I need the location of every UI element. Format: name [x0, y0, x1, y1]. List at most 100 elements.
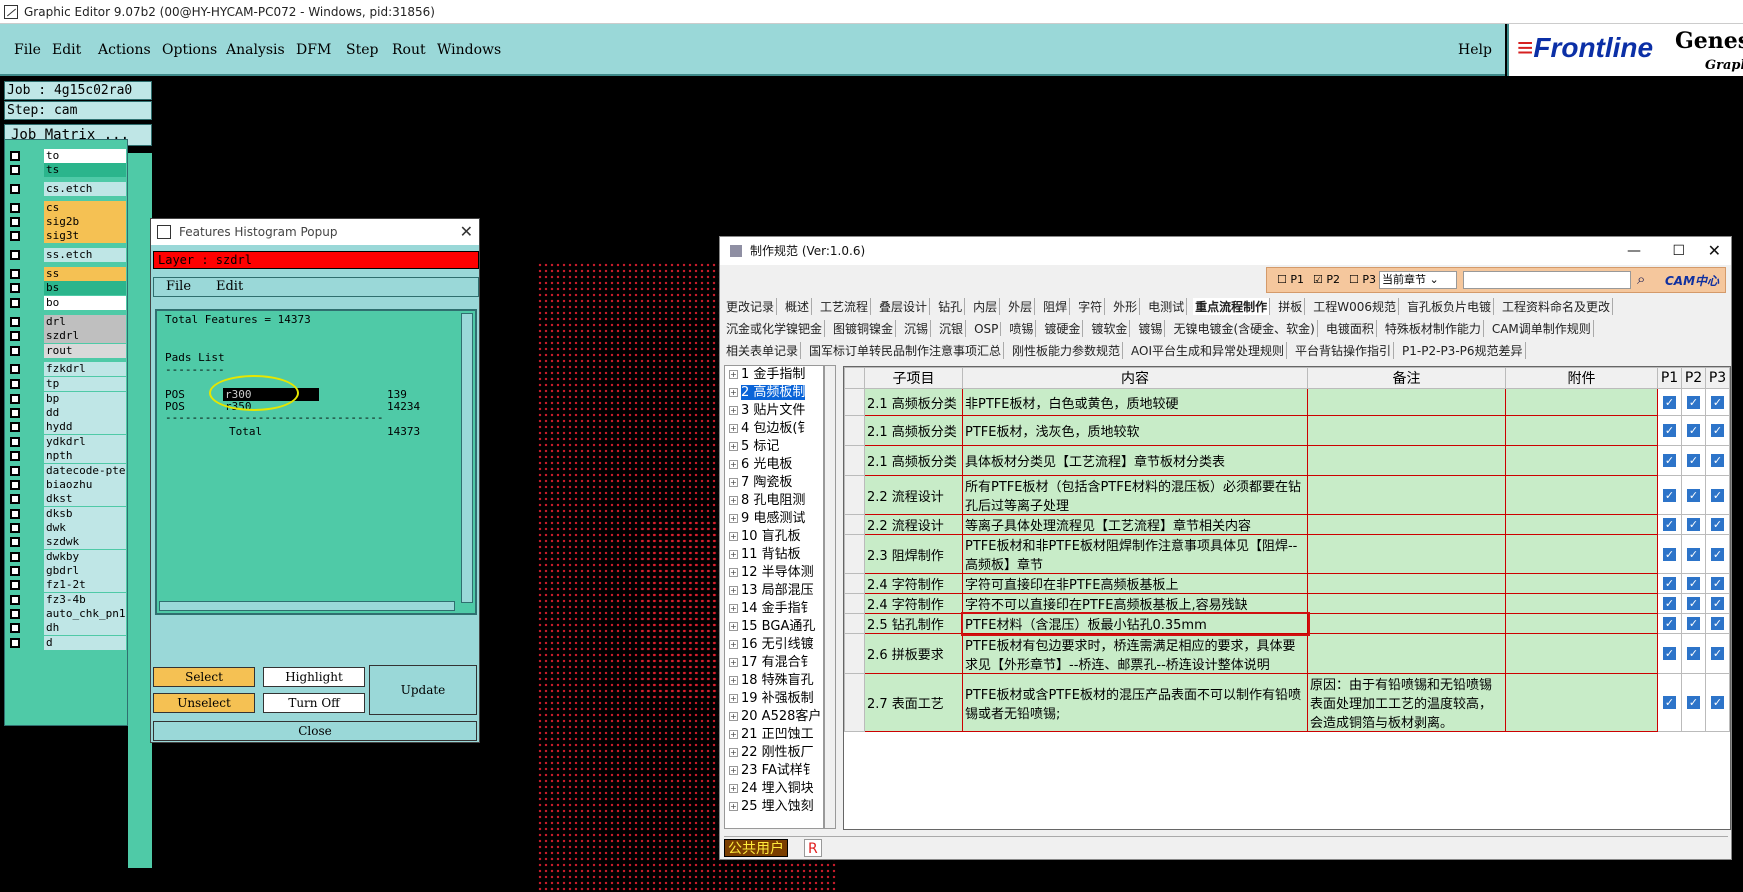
- layer-row[interactable]: cs.etch: [6, 182, 126, 196]
- layer-checkbox[interactable]: [10, 494, 20, 504]
- table-row[interactable]: 2.1 高频板分类 具体板材分类见【工艺流程】章节板材分类表 ✓ ✓ ✓: [844, 445, 1730, 476]
- tab-tabs_row3-2[interactable]: 刚性板能力参数规范: [1010, 342, 1124, 359]
- checked-checkbox-icon[interactable]: ✓: [1687, 577, 1700, 590]
- tree-item[interactable]: +6 光电板: [725, 456, 823, 474]
- checked-checkbox-icon[interactable]: ✓: [1711, 696, 1724, 709]
- p2-checkbox[interactable]: ☑ P2: [1313, 273, 1340, 286]
- cell-p2[interactable]: ✓: [1681, 534, 1706, 574]
- layer-checkbox[interactable]: [10, 151, 20, 161]
- vertical-scrollbar[interactable]: [461, 313, 473, 603]
- table-row[interactable]: 2.3 阻焊制作 PTFE板材和非PTFE板材阻焊制作注意事项具体见【阻焊--高频…: [844, 534, 1730, 574]
- layer-checkbox[interactable]: [10, 231, 20, 241]
- expand-icon[interactable]: +: [729, 478, 738, 487]
- layer-row[interactable]: dd: [6, 406, 126, 420]
- tab-tabs_row2-0[interactable]: 沉金或化学镍钯金: [724, 320, 826, 337]
- layer-checkbox[interactable]: [10, 509, 20, 519]
- tab-tabs_row3-4[interactable]: 平台背钻操作指引: [1293, 342, 1395, 359]
- tree-scrollbar[interactable]: [824, 365, 836, 829]
- tree-item[interactable]: +11 背钻板: [725, 546, 823, 564]
- layer-row[interactable]: cs: [6, 201, 126, 215]
- cell-p3[interactable]: ✓: [1705, 613, 1730, 634]
- tab-tabs_row3-1[interactable]: 国军标订单转民品制作注意事项汇总: [807, 342, 1005, 359]
- expand-icon[interactable]: +: [729, 802, 738, 811]
- tab-tabs_row2-8[interactable]: 镀锡: [1136, 320, 1166, 337]
- tab-tabs_row3-5[interactable]: P1-P2-P3-P6规范差异: [1400, 342, 1526, 359]
- scope-select[interactable]: 当前章节 ⌄: [1379, 271, 1457, 289]
- layer-row[interactable]: npth: [6, 449, 126, 463]
- tab-tabs_row1-8[interactable]: 字符: [1076, 298, 1106, 315]
- expand-icon[interactable]: +: [729, 460, 738, 469]
- layer-row[interactable]: sig2b: [6, 215, 126, 229]
- expand-icon[interactable]: +: [729, 370, 738, 379]
- layer-checkbox[interactable]: [10, 379, 20, 389]
- layer-checkbox[interactable]: [10, 580, 20, 590]
- checked-checkbox-icon[interactable]: ✓: [1663, 454, 1676, 467]
- layer-row[interactable]: sig3t: [6, 229, 126, 243]
- layer-row[interactable]: ss.etch: [6, 248, 126, 262]
- layer-checkbox[interactable]: [10, 623, 20, 633]
- layer-row[interactable]: szdwk: [6, 535, 126, 549]
- cell-p2[interactable]: ✓: [1681, 633, 1706, 674]
- layer-checkbox[interactable]: [10, 480, 20, 490]
- checked-checkbox-icon[interactable]: ✓: [1711, 547, 1724, 561]
- expand-icon[interactable]: +: [729, 694, 738, 703]
- cell-p2[interactable]: ✓: [1681, 388, 1706, 416]
- layer-row[interactable]: gbdrl: [6, 564, 126, 578]
- tab-tabs_row1-10[interactable]: 电测试: [1146, 298, 1188, 315]
- layer-row[interactable]: szdrl: [6, 329, 126, 343]
- checked-checkbox-icon[interactable]: ✓: [1687, 395, 1700, 409]
- cell-p1[interactable]: ✓: [1657, 445, 1682, 476]
- table-row[interactable]: 2.6 拼板要求 PTFE板材有包边要求时，桥连需满足相应的要求，具体要求见【外形…: [844, 633, 1730, 674]
- checked-checkbox-icon[interactable]: ✓: [1711, 647, 1724, 660]
- checked-checkbox-icon[interactable]: ✓: [1663, 547, 1676, 561]
- checked-checkbox-icon[interactable]: ✓: [1687, 597, 1700, 610]
- layer-checkbox[interactable]: [10, 537, 20, 547]
- close-icon[interactable]: ✕: [1708, 237, 1721, 265]
- table-row[interactable]: 2.4 字符制作 字符不可以直接印在PTFE高频板基板上,容易残缺 ✓ ✓ ✓: [844, 593, 1730, 614]
- tab-tabs_row2-4[interactable]: OSP: [972, 322, 1002, 336]
- tree-item[interactable]: +5 标记: [725, 438, 823, 456]
- layer-checkbox[interactable]: [10, 364, 20, 374]
- cell-p1[interactable]: ✓: [1657, 514, 1682, 535]
- checked-checkbox-icon[interactable]: ✓: [1711, 617, 1724, 630]
- cell-p1[interactable]: ✓: [1657, 633, 1682, 674]
- layer-checkbox[interactable]: [10, 394, 20, 404]
- select-button[interactable]: Select: [153, 667, 255, 687]
- expand-icon[interactable]: +: [729, 622, 738, 631]
- layer-row[interactable]: ts: [6, 163, 126, 177]
- menu-windows[interactable]: Windows: [437, 42, 501, 58]
- layer-field[interactable]: Layer : szdrl: [153, 251, 479, 269]
- popup-menu-edit[interactable]: Edit: [216, 278, 243, 296]
- table-row[interactable]: 2.7 表面工艺 PTFE板材或含PTFE板材的混压产品表面不可以制作有铅喷锡或者…: [844, 673, 1730, 732]
- tab-tabs_row1-1[interactable]: 概述: [783, 298, 813, 315]
- layer-row[interactable]: dwkby: [6, 550, 126, 564]
- tab-tabs_row2-10[interactable]: 电镀面积: [1324, 320, 1377, 337]
- cell-p3[interactable]: ✓: [1705, 415, 1730, 446]
- tab-tabs_row1-3[interactable]: 叠层设计: [877, 298, 931, 315]
- checked-checkbox-icon[interactable]: ✓: [1711, 454, 1724, 467]
- tab-tabs_row2-2[interactable]: 沉锡: [902, 320, 932, 337]
- tree-item[interactable]: +23 FA试样钅: [725, 762, 823, 780]
- menu-analysis[interactable]: Analysis: [226, 42, 285, 58]
- expand-icon[interactable]: +: [729, 604, 738, 613]
- checked-checkbox-icon[interactable]: ✓: [1687, 647, 1700, 660]
- layer-checkbox[interactable]: [10, 609, 20, 619]
- layer-row[interactable]: ydkdrl: [6, 435, 126, 449]
- search-icon[interactable]: ⌕: [1637, 270, 1659, 290]
- layer-checkbox[interactable]: [10, 346, 20, 356]
- cell-p1[interactable]: ✓: [1657, 534, 1682, 574]
- menu-dfm[interactable]: DFM: [296, 42, 331, 58]
- turn-off-button[interactable]: Turn Off: [263, 693, 365, 713]
- layer-checkbox[interactable]: [10, 552, 20, 562]
- checked-checkbox-icon[interactable]: ✓: [1687, 696, 1700, 709]
- tab-tabs_row2-5[interactable]: 喷锡: [1007, 320, 1037, 337]
- checked-checkbox-icon[interactable]: ✓: [1687, 617, 1700, 630]
- tree-item[interactable]: +16 无引线镀: [725, 636, 823, 654]
- cell-p3[interactable]: ✓: [1705, 445, 1730, 476]
- cell-p3[interactable]: ✓: [1705, 633, 1730, 674]
- tab-tabs_row1-6[interactable]: 外层: [1006, 298, 1036, 315]
- highlight-button[interactable]: Highlight: [263, 667, 365, 687]
- checked-checkbox-icon[interactable]: ✓: [1663, 696, 1676, 709]
- layer-row[interactable]: dksb: [6, 507, 126, 521]
- expand-icon[interactable]: +: [729, 658, 738, 667]
